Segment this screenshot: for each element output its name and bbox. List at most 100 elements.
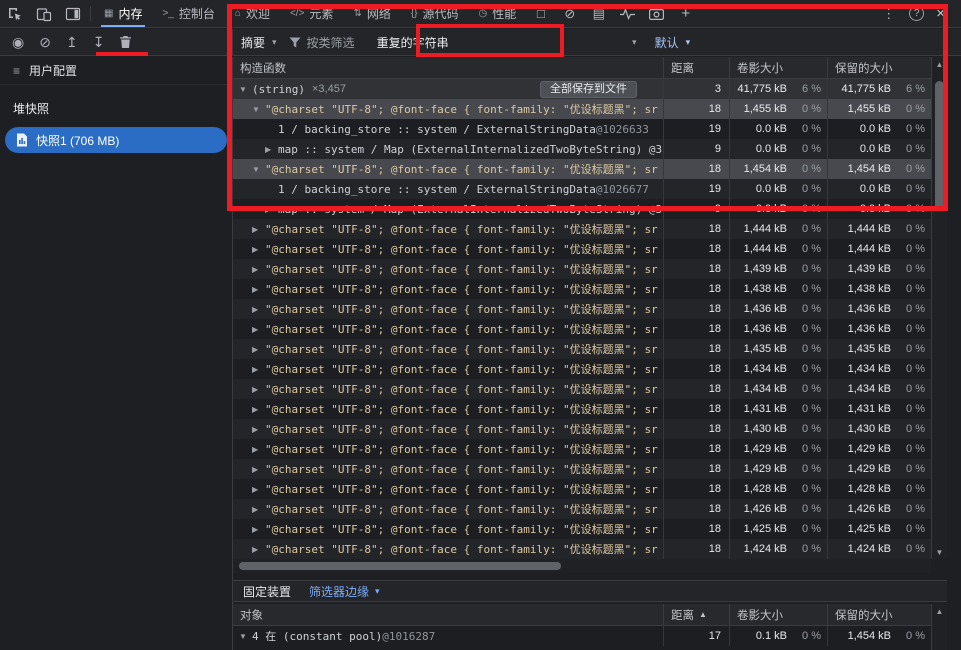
expand-icon[interactable]: ▶ bbox=[252, 485, 265, 494]
column-header-shallow-size[interactable]: 卷影大小 bbox=[729, 604, 827, 625]
tab-memory[interactable]: ▦ 内存 bbox=[94, 0, 152, 27]
inspect-element-icon[interactable] bbox=[0, 0, 29, 27]
class-filter-input[interactable]: 按类筛选 bbox=[289, 34, 355, 51]
heap-grid-row[interactable]: ▶ map :: system / Map (ExternalInternaliz… bbox=[233, 199, 931, 219]
cell-object-name: ▶ "@charset "UTF-8"; @font-face { font-fa… bbox=[233, 499, 663, 519]
column-header-shallow-size[interactable]: 卷影大小 bbox=[729, 57, 827, 78]
clear-snapshots-icon[interactable]: ⊘ bbox=[39, 34, 51, 51]
heap-grid-row[interactable]: 1 / backing_store :: system / ExternalSt… bbox=[233, 179, 931, 199]
scroll-up-icon[interactable]: ▲ bbox=[932, 604, 947, 618]
heap-grid-row[interactable]: ▶ "@charset "UTF-8"; @font-face { font-fa… bbox=[233, 259, 931, 279]
square-tool-icon[interactable]: □ bbox=[526, 0, 555, 27]
retainers-scrollbar[interactable]: ▲ bbox=[931, 604, 947, 650]
cell-distance: 18 bbox=[663, 279, 729, 299]
column-header-retained-size[interactable]: 保留的大小 bbox=[827, 57, 931, 78]
filter-edges-select[interactable]: 筛选器边缘 ▾ bbox=[309, 583, 380, 600]
tab-welcome[interactable]: ⌂ 欢迎 bbox=[225, 0, 280, 27]
screenshot-tool-icon[interactable] bbox=[642, 0, 671, 27]
tab-elements[interactable]: </> 元素 bbox=[280, 0, 343, 27]
heap-grid-row[interactable]: ▶ "@charset "UTF-8"; @font-face { font-fa… bbox=[233, 299, 931, 319]
delete-snapshot-icon[interactable] bbox=[119, 35, 132, 49]
retainer-row[interactable]: ▼ 4 在 (constant pool) @1016287 17 0.1 kB 0 %… bbox=[233, 626, 931, 646]
expand-icon[interactable]: ▶ bbox=[265, 145, 278, 154]
save-all-to-file-button[interactable]: 全部保存到文件 bbox=[540, 80, 637, 98]
heap-grid-row[interactable]: ▶ "@charset "UTF-8"; @font-face { font-fa… bbox=[233, 539, 931, 559]
vertical-scrollbar-thumb[interactable] bbox=[935, 81, 944, 211]
expand-icon[interactable]: ▶ bbox=[252, 525, 265, 534]
pulse-tool-icon[interactable] bbox=[613, 0, 642, 27]
add-tool-icon[interactable]: + bbox=[671, 0, 700, 27]
heap-grid-row[interactable]: ▶ "@charset "UTF-8"; @font-face { font-fa… bbox=[233, 379, 931, 399]
save-profile-icon[interactable]: ↧ bbox=[93, 34, 105, 51]
collapse-icon[interactable]: ▼ bbox=[252, 105, 265, 114]
expand-icon[interactable]: ▶ bbox=[252, 365, 265, 374]
record-heap-snapshot-icon[interactable]: ◉ bbox=[12, 34, 24, 51]
load-profile-icon[interactable]: ↥ bbox=[66, 34, 78, 51]
tab-performance[interactable]: ◷ 性能 bbox=[469, 0, 527, 27]
horizontal-scrollbar[interactable] bbox=[233, 559, 931, 573]
cell-shallow-percent: 0 % bbox=[802, 163, 821, 175]
expand-icon[interactable]: ▶ bbox=[252, 545, 265, 554]
column-header-object[interactable]: 对象 bbox=[233, 604, 663, 625]
snapshot-item[interactable]: 快照1 (706 MB) bbox=[5, 127, 227, 153]
document-tool-icon[interactable]: ▤ bbox=[584, 0, 613, 27]
expand-icon[interactable]: ▶ bbox=[252, 425, 265, 434]
expand-icon[interactable]: ▶ bbox=[252, 305, 265, 314]
scroll-up-icon[interactable]: ▲ bbox=[932, 57, 947, 71]
collapse-icon[interactable]: ▼ bbox=[239, 85, 252, 94]
expand-icon[interactable]: ▶ bbox=[252, 505, 265, 514]
expand-icon[interactable]: ▶ bbox=[252, 325, 265, 334]
expand-icon[interactable]: ▶ bbox=[252, 385, 265, 394]
heap-grid-row[interactable]: ▼ "@charset "UTF-8"; @font-face { font-fa… bbox=[233, 99, 931, 119]
horizontal-scrollbar-thumb[interactable] bbox=[239, 562, 561, 570]
heap-grid-row[interactable]: ▶ "@charset "UTF-8"; @font-face { font-fa… bbox=[233, 499, 931, 519]
heap-grid-row[interactable]: ▶ "@charset "UTF-8"; @font-face { font-fa… bbox=[233, 359, 931, 379]
collapse-icon[interactable]: ▼ bbox=[239, 632, 252, 641]
duplicated-strings-select[interactable]: 重复的字符串 ▾ bbox=[371, 34, 643, 51]
heap-grid-row[interactable]: ▶ "@charset "UTF-8"; @font-face { font-fa… bbox=[233, 279, 931, 299]
scroll-down-icon[interactable]: ▼ bbox=[932, 545, 947, 559]
column-header-retained-size[interactable]: 保留的大小 bbox=[827, 604, 931, 625]
close-icon[interactable]: × bbox=[930, 5, 951, 22]
heap-grid-row[interactable]: ▶ "@charset "UTF-8"; @font-face { font-fa… bbox=[233, 219, 931, 239]
expand-icon[interactable]: ▶ bbox=[252, 265, 265, 274]
heap-grid-row[interactable]: ▶ "@charset "UTF-8"; @font-face { font-fa… bbox=[233, 399, 931, 419]
heap-grid-row[interactable]: ▶ "@charset "UTF-8"; @font-face { font-fa… bbox=[233, 519, 931, 539]
expand-icon[interactable]: ▶ bbox=[265, 205, 278, 214]
heap-grid-row[interactable]: ▶ map :: system / Map (ExternalInternaliz… bbox=[233, 139, 931, 159]
context-select[interactable]: 默认 ▾ bbox=[655, 34, 691, 51]
heap-grid-row[interactable]: ▶ "@charset "UTF-8"; @font-face { font-fa… bbox=[233, 319, 931, 339]
expand-icon[interactable]: ▶ bbox=[252, 445, 265, 454]
heap-grid-row[interactable]: ▶ "@charset "UTF-8"; @font-face { font-fa… bbox=[233, 419, 931, 439]
collapse-icon[interactable]: ▼ bbox=[252, 165, 265, 174]
column-header-distance[interactable]: 距离 ▲ bbox=[663, 604, 729, 625]
object-text: "@charset "UTF-8"; @font-face { font-fam… bbox=[265, 423, 658, 436]
tab-network[interactable]: ⇅ 网络 bbox=[343, 0, 400, 27]
expand-icon[interactable]: ▶ bbox=[252, 405, 265, 414]
tab-sources[interactable]: {} 源代码 bbox=[401, 0, 469, 27]
heap-grid-row[interactable]: ▶ "@charset "UTF-8"; @font-face { font-fa… bbox=[233, 239, 931, 259]
vertical-scrollbar[interactable]: ▲ ▼ bbox=[931, 57, 947, 559]
device-emulation-icon[interactable] bbox=[29, 0, 58, 27]
heap-grid-row[interactable]: ▶ "@charset "UTF-8"; @font-face { font-fa… bbox=[233, 479, 931, 499]
expand-icon[interactable]: ▶ bbox=[252, 465, 265, 474]
tab-console[interactable]: >_ 控制台 bbox=[152, 0, 224, 27]
expand-icon[interactable]: ▶ bbox=[252, 225, 265, 234]
expand-icon[interactable]: ▶ bbox=[252, 345, 265, 354]
heap-grid-row[interactable]: 1 / backing_store :: system / ExternalSt… bbox=[233, 119, 931, 139]
heap-grid-row[interactable]: ▶ "@charset "UTF-8"; @font-face { font-fa… bbox=[233, 459, 931, 479]
heap-grid-row[interactable]: ▼ "@charset "UTF-8"; @font-face { font-fa… bbox=[233, 159, 931, 179]
column-header-constructor[interactable]: 构造函数 bbox=[233, 57, 663, 78]
dock-panel-icon[interactable] bbox=[58, 0, 87, 27]
view-mode-select[interactable]: 摘要 ▾ bbox=[241, 34, 277, 51]
expand-icon[interactable]: ▶ bbox=[252, 245, 265, 254]
more-options-icon[interactable]: ⋮ bbox=[874, 6, 903, 22]
profiles-header[interactable]: ≡ 用户配置 bbox=[0, 57, 232, 85]
expand-icon[interactable]: ▶ bbox=[252, 285, 265, 294]
heap-grid-row[interactable]: ▼ (string) ×3,457 全部保存到文件 3 41,775 kB 6 % 41,77… bbox=[233, 79, 931, 99]
heap-grid-row[interactable]: ▶ "@charset "UTF-8"; @font-face { font-fa… bbox=[233, 339, 931, 359]
help-icon[interactable]: ? bbox=[909, 6, 925, 21]
block-tool-icon[interactable]: ⊘ bbox=[555, 0, 584, 27]
heap-grid-row[interactable]: ▶ "@charset "UTF-8"; @font-face { font-fa… bbox=[233, 439, 931, 459]
column-header-distance[interactable]: 距离 bbox=[663, 57, 729, 78]
